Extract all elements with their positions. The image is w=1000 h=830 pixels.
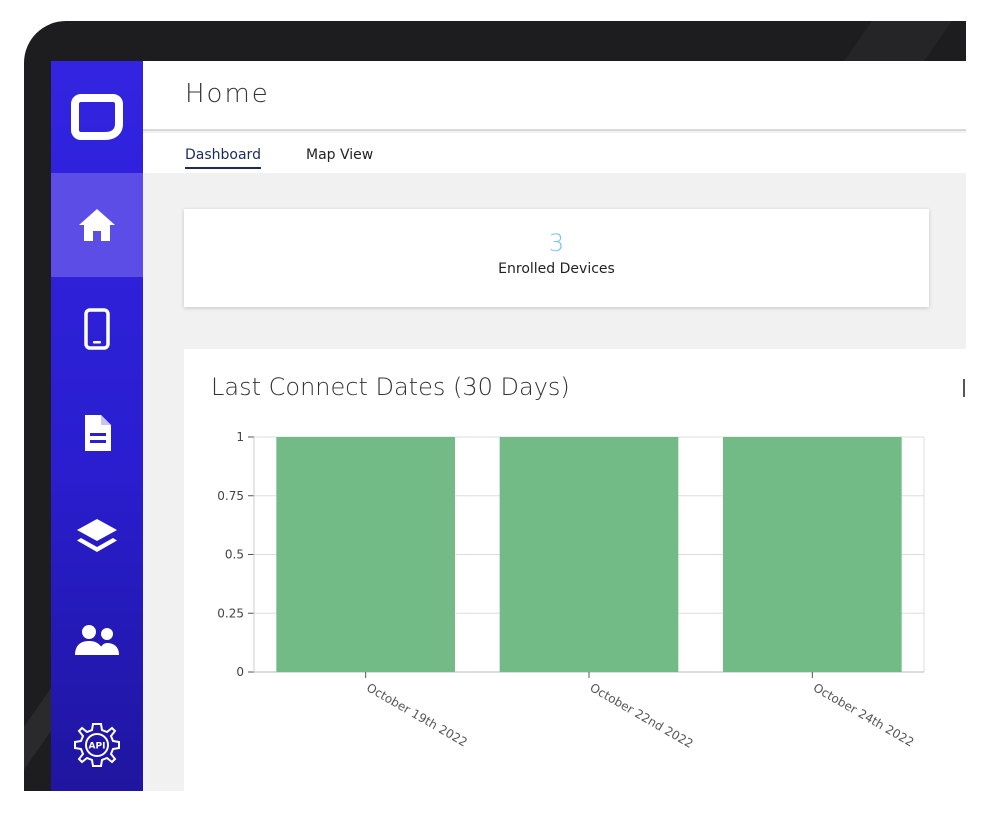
sidebar-item-devices[interactable] (51, 277, 143, 381)
api-gear-icon: API (74, 723, 120, 767)
api-label: API (89, 742, 106, 752)
main-content: Home Dashboard Map View 3 Enrolled Devic… (143, 61, 966, 791)
users-icon (75, 625, 119, 655)
document-icon (85, 415, 111, 451)
home-icon (79, 209, 115, 241)
tab-dashboard[interactable]: Dashboard (185, 147, 261, 169)
enrolled-devices-card: 3 Enrolled Devices (184, 209, 929, 307)
sidebar-item-api[interactable]: API (51, 693, 143, 791)
x-tick-label: October 24th 2022 (811, 680, 917, 749)
device-frame: API Home Dashboard Map View 3 Enrolled D… (0, 0, 1000, 830)
y-tick-label: 1 (236, 430, 244, 444)
sidebar-item-layers[interactable] (51, 485, 143, 589)
phone-icon (84, 308, 110, 350)
last-connect-bar-chart: 0 0.25 0.5 0.75 1 October 19th 2022 October 22… (217, 430, 925, 751)
page-title: Home (185, 79, 270, 109)
x-tick-label: October 19th 2022 (364, 680, 470, 749)
tab-bar: Dashboard Map View (143, 133, 966, 173)
enrolled-devices-label: Enrolled Devices (498, 261, 615, 277)
brand-logo[interactable] (51, 61, 143, 171)
y-tick-label: 0.25 (217, 606, 244, 620)
page-header: Home (143, 61, 966, 131)
sidebar-item-documents[interactable] (51, 381, 143, 485)
layers-icon (77, 519, 117, 552)
y-tick-label: 0 (236, 665, 244, 679)
sidebar-item-home[interactable] (51, 173, 143, 277)
y-tick-label: 0.5 (225, 548, 244, 562)
app-screen: API Home Dashboard Map View 3 Enrolled D… (51, 61, 966, 791)
y-tick-label: 0.75 (217, 489, 244, 503)
bar (276, 437, 455, 672)
last-connect-chart-card: Last Connect Dates (30 Days) 0 0.25 0.5 0.7… (184, 349, 966, 791)
sidebar: API (51, 61, 143, 791)
card-edge-marker (963, 379, 965, 397)
x-tick-label: October 22nd 2022 (588, 680, 696, 750)
bar (723, 437, 902, 672)
enrolled-devices-count: 3 (548, 229, 565, 257)
logo-icon (71, 94, 123, 140)
bar (499, 437, 679, 672)
tab-map-view[interactable]: Map View (306, 147, 373, 163)
sidebar-item-users[interactable] (51, 589, 143, 693)
